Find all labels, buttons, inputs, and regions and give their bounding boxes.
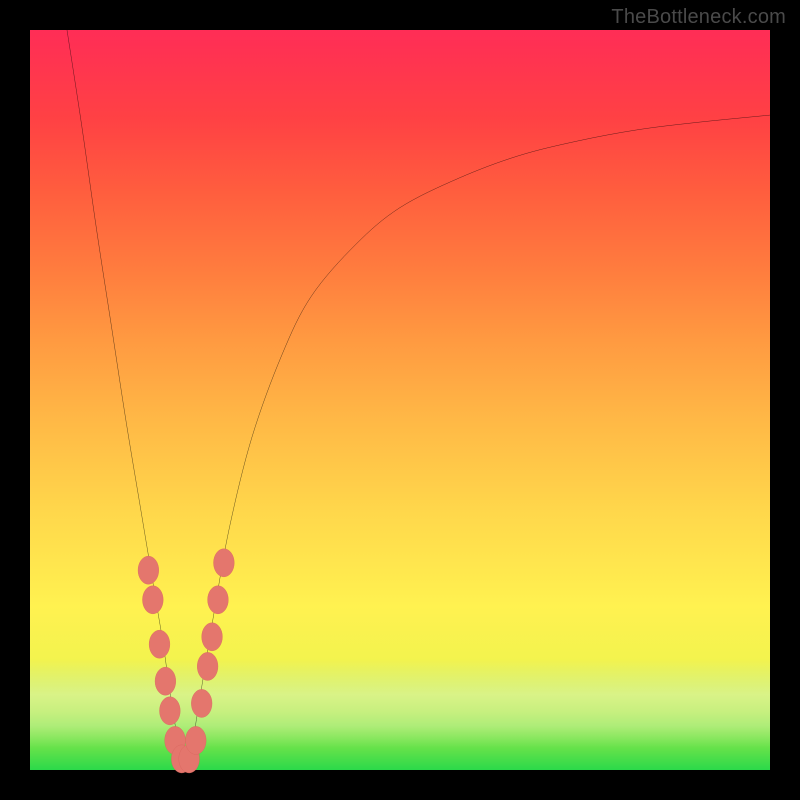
marker-dot — [191, 689, 212, 717]
plot-area — [30, 30, 770, 770]
plot-svg — [30, 30, 770, 770]
watermark-text: TheBottleneck.com — [611, 6, 786, 29]
marker-dot — [197, 652, 218, 680]
chart-frame: TheBottleneck.com — [0, 0, 800, 800]
marker-dot — [138, 556, 159, 584]
bottleneck-curve — [67, 30, 770, 770]
marker-dot — [208, 586, 229, 614]
marker-cluster — [138, 549, 234, 773]
marker-dot — [214, 549, 235, 577]
marker-dot — [142, 586, 163, 614]
marker-dot — [160, 697, 181, 725]
marker-dot — [202, 623, 223, 651]
marker-dot — [149, 630, 170, 658]
marker-dot — [185, 726, 206, 754]
marker-dot — [155, 667, 176, 695]
